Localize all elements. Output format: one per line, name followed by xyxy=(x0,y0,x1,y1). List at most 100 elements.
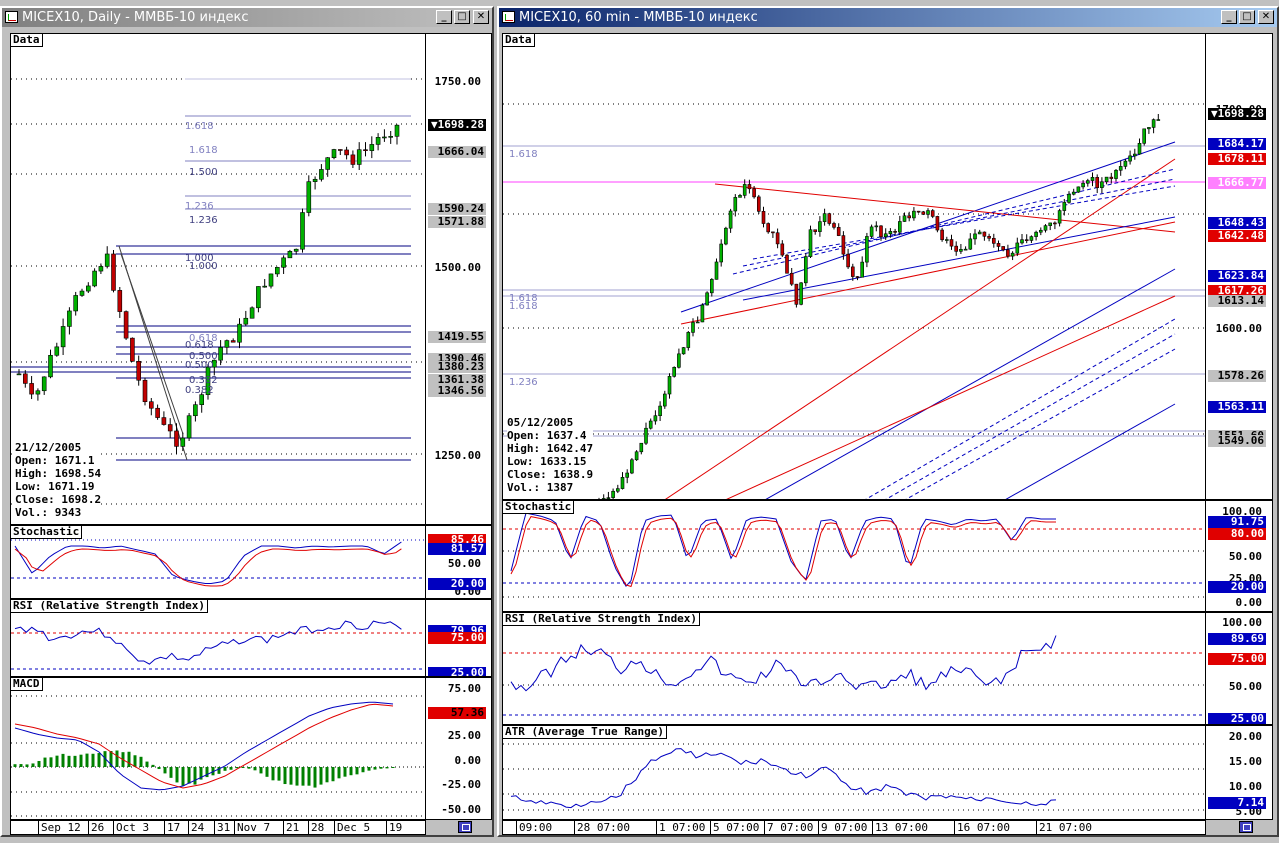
hourly-window-titlebar[interactable]: MICEX10, 60 min - ММВБ-10 индекс _ □ ✕ xyxy=(499,8,1277,27)
daily-macd-pane[interactable]: MACD xyxy=(10,677,426,820)
candle xyxy=(653,415,658,422)
candle xyxy=(944,239,949,241)
daily-stochastic-pane[interactable]: Stochastic xyxy=(10,525,426,599)
macd-histogram-bar xyxy=(325,767,329,783)
time-axis-label: 19 xyxy=(389,821,403,834)
rsi-line xyxy=(14,620,402,665)
hourly-price-pane[interactable]: Data 1.618 1.618 1.618 1.236 05/12/2005 … xyxy=(502,33,1206,500)
daily-rsi-pane[interactable]: RSI (Relative Strength Index) xyxy=(10,599,426,677)
time-axis-divider xyxy=(386,821,387,834)
daily-window-titlebar[interactable]: MICEX10, Daily - ММВБ-10 индекс _ □ ✕ xyxy=(2,8,492,27)
atr-tick: 15.00 xyxy=(1228,755,1262,768)
price-tick: 1500.00 xyxy=(434,261,481,274)
hourly-rsi-axis: 100.00 50.00 89.69 75.00 25.00 xyxy=(1205,612,1273,725)
stochastic-d-line xyxy=(510,516,1056,588)
candle xyxy=(1114,169,1118,179)
candle xyxy=(319,169,324,180)
minimize-button[interactable]: _ xyxy=(1221,10,1237,24)
macd-histogram-bar xyxy=(163,767,167,774)
candle xyxy=(691,322,695,333)
candle xyxy=(16,373,22,376)
hourly-chart-window[interactable]: MICEX10, 60 min - ММВБ-10 индекс _ □ ✕ D… xyxy=(497,6,1279,837)
close-button[interactable]: ✕ xyxy=(473,10,489,24)
hourly-stochastic-pane[interactable]: Stochastic xyxy=(502,500,1206,612)
maximize-button[interactable]: □ xyxy=(454,10,470,24)
daily-chart-window[interactable]: MICEX10, Daily - ММВБ-10 индекс _ □ ✕ Da… xyxy=(0,6,494,837)
candle xyxy=(630,459,634,474)
macd-histogram-bar xyxy=(307,767,311,786)
candle xyxy=(639,442,644,453)
time-axis-divider xyxy=(38,821,39,834)
candle xyxy=(300,212,305,250)
atr-line xyxy=(510,748,1057,809)
time-axis-divider xyxy=(516,821,517,834)
hourly-window-title: MICEX10, 60 min - ММВБ-10 индекс xyxy=(519,10,758,25)
time-axis-label: Sep 12 xyxy=(41,821,81,834)
daily-price-pane[interactable]: Data 21/12/2005 Open: 1671.1 High: 1698.… xyxy=(10,33,426,525)
candle xyxy=(356,149,362,165)
macd-histogram-bar xyxy=(145,761,149,767)
macd-histogram-bar xyxy=(67,755,71,767)
value-badge: 81.57 xyxy=(428,543,486,555)
candle xyxy=(672,366,676,377)
macd-histogram-bar xyxy=(127,751,131,767)
trend-line xyxy=(905,348,1176,499)
candle xyxy=(1081,182,1085,188)
candle xyxy=(930,210,935,217)
hourly-atr-pane[interactable]: ATR (Average True Range) xyxy=(502,725,1206,820)
macd-histogram-bar xyxy=(301,767,305,786)
time-axis-divider xyxy=(113,821,114,834)
hourly-rsi-pane[interactable]: RSI (Relative Strength Index) xyxy=(502,612,1206,725)
fib-label: 1.618 xyxy=(509,301,538,312)
daily-time-axis[interactable]: Sep 12 26 Oct 3 17 24 31 Nov 7 21 28 Dec 5 19 xyxy=(10,820,426,835)
trend-line xyxy=(732,168,1176,275)
scale-corner-icon[interactable] xyxy=(458,821,472,833)
time-axis-divider xyxy=(88,821,89,834)
candle xyxy=(256,286,261,309)
candle xyxy=(382,136,387,139)
candle xyxy=(991,237,996,244)
time-axis-label: 26 xyxy=(91,821,105,834)
ohlc-high: High: 1698.54 xyxy=(15,467,102,480)
hourly-time-axis[interactable]: 09:00 28 07:00 1 07:00 5 07:00 7 07:00 9 07:0… xyxy=(502,820,1206,835)
time-axis-divider xyxy=(818,821,819,834)
fib-label: 0.500 xyxy=(185,360,214,371)
candle xyxy=(1020,239,1024,244)
macd-tick: 0.00 xyxy=(454,754,482,767)
candle xyxy=(218,347,223,361)
candle xyxy=(1043,225,1048,231)
candle xyxy=(648,420,653,429)
chart-app-icon xyxy=(5,11,18,23)
close-button[interactable]: ✕ xyxy=(1258,10,1274,24)
pane-label: Stochastic xyxy=(11,526,83,539)
time-axis-label: 24 xyxy=(191,821,205,834)
macd-histogram-bar xyxy=(31,763,35,767)
scale-corner-icon[interactable] xyxy=(1239,821,1253,833)
candle xyxy=(1001,246,1006,251)
daily-window-title: MICEX10, Daily - ММВБ-10 индекс xyxy=(22,10,249,25)
macd-histogram-bar xyxy=(169,767,173,778)
candle xyxy=(1118,166,1123,171)
hourly-price-axis[interactable]: 1700.00 1600.00 ▼1698.281684.171678.1116… xyxy=(1205,33,1273,500)
candle xyxy=(161,417,167,425)
daily-price-axis[interactable]: 1750.00 1500.00 1250.00 ▼1698.28 1666.04 1… xyxy=(425,33,492,525)
stochastic-k-line xyxy=(14,541,402,584)
value-badge: 75.00 xyxy=(1208,653,1266,665)
value-badge: ▼1698.28 xyxy=(1208,108,1266,120)
macd-histogram-bar xyxy=(73,755,77,767)
candle xyxy=(883,233,888,238)
candle xyxy=(644,427,648,444)
macd-histogram-bar xyxy=(361,767,365,773)
value-badge: 1648.43 xyxy=(1208,217,1266,229)
candle xyxy=(331,149,337,158)
minimize-button[interactable]: _ xyxy=(436,10,452,24)
candle xyxy=(1071,191,1076,195)
fib-label: 1.618 xyxy=(185,121,214,132)
maximize-button[interactable]: □ xyxy=(1239,10,1255,24)
pane-label: RSI (Relative Strength Index) xyxy=(11,600,209,613)
candle xyxy=(865,236,869,263)
time-axis-label: 5 07:00 xyxy=(713,821,760,834)
pane-label: ATR (Average True Range) xyxy=(503,726,667,739)
candle xyxy=(180,437,186,447)
candle xyxy=(916,210,921,213)
